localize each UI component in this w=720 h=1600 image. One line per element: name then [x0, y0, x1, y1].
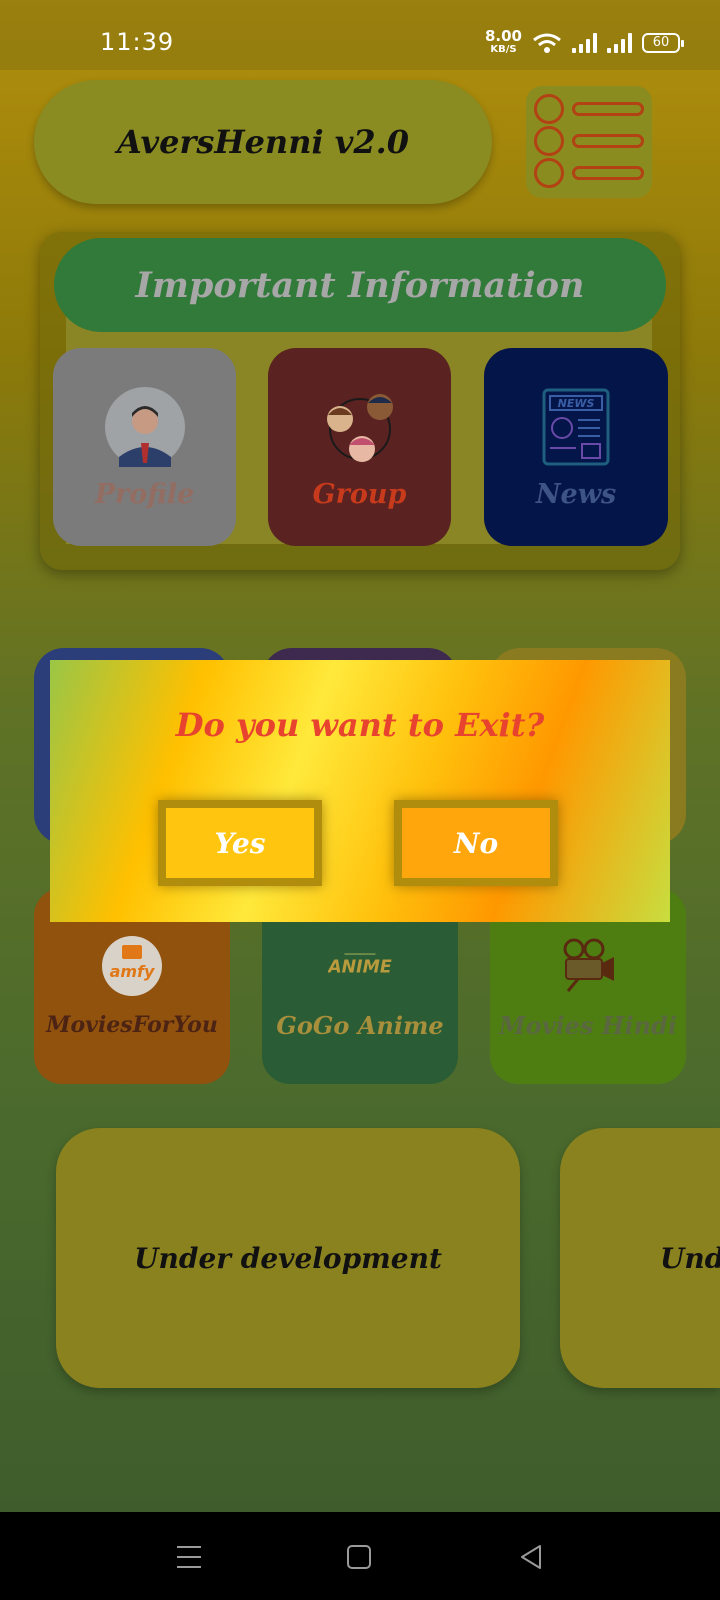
profile-avatar-icon	[103, 385, 187, 469]
status-bar: 11:39 8.00 KB/S 60	[0, 0, 720, 70]
under-development-card-2[interactable]: Under development	[560, 1128, 720, 1388]
system-nav-bar	[0, 1512, 720, 1600]
network-speed: 8.00 KB/S	[484, 27, 522, 56]
gogo-anime-logo-icon: ANIME	[328, 933, 392, 997]
home-nav-icon[interactable]	[342, 1540, 376, 1574]
amfy-logo-text: amfy	[110, 962, 155, 981]
gogo-anime-label: GoGo Anime	[276, 1010, 444, 1040]
under-development-label: Under development	[134, 1241, 442, 1275]
group-people-icon	[318, 385, 402, 469]
movies-hindi-label: Movies Hindi	[499, 1010, 677, 1040]
back-nav-icon[interactable]	[514, 1540, 548, 1574]
yes-button[interactable]: Yes	[158, 800, 322, 886]
amfy-logo-icon: amfy	[100, 934, 164, 998]
wifi-icon	[533, 33, 561, 53]
important-information-title[interactable]: Important Information	[54, 238, 666, 332]
under-development-label-2: Under development	[660, 1241, 720, 1275]
moviesforyou-label: MoviesForYou	[46, 1012, 218, 1038]
under-development-card-1[interactable]: Under development	[56, 1128, 520, 1388]
group-tile[interactable]: Group	[268, 348, 451, 546]
signal-icon-2	[607, 33, 632, 53]
menu-nav-icon[interactable]	[172, 1540, 206, 1574]
svg-text:NEWS: NEWS	[558, 397, 595, 410]
news-tile[interactable]: NEWS News	[484, 348, 668, 546]
no-button[interactable]: No	[394, 800, 558, 886]
status-time: 11:39	[100, 28, 175, 56]
profile-label: Profile	[94, 478, 195, 510]
battery-icon: 60	[642, 33, 684, 53]
exit-dialog-question: Do you want to Exit?	[175, 706, 545, 744]
network-speed-value: 8.00	[484, 27, 522, 45]
exit-dialog: Do you want to Exit? Yes No	[50, 660, 670, 922]
group-label: Group	[312, 478, 407, 510]
app-title: AversHenni v2.0	[34, 80, 492, 204]
status-icons: 8.00 KB/S 60	[484, 27, 684, 56]
profile-tile[interactable]: Profile	[53, 348, 236, 546]
list-menu-icon[interactable]	[526, 86, 652, 198]
newspaper-icon: NEWS	[534, 385, 618, 469]
gogo-anime-logo-text: ANIME	[328, 957, 392, 977]
movie-camera-icon	[556, 933, 620, 997]
network-speed-unit: KB/S	[490, 44, 517, 55]
signal-icon-1	[572, 33, 597, 53]
news-label: News	[535, 478, 617, 510]
